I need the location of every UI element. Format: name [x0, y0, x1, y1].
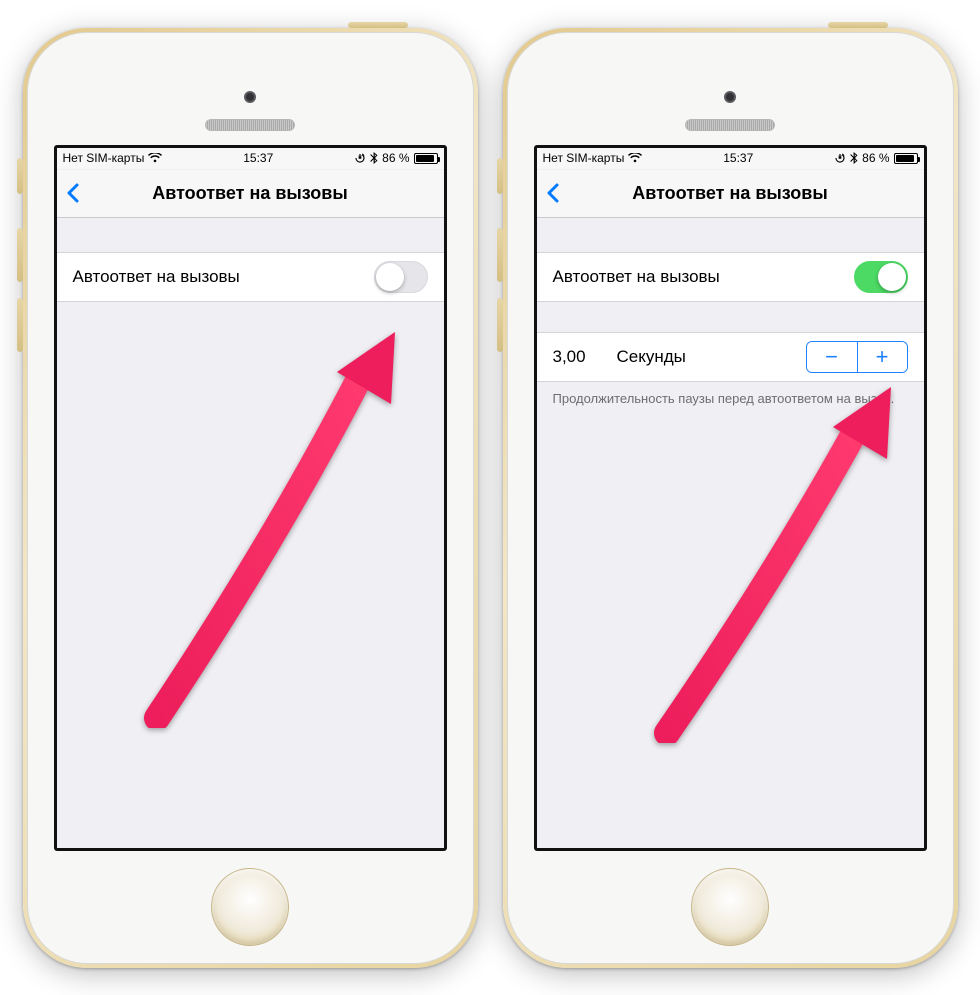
- home-button[interactable]: [691, 868, 769, 946]
- delay-unit: Секунды: [617, 347, 792, 367]
- page-title: Автоответ на вызовы: [537, 183, 924, 204]
- autoanswer-row: Автоответ на вызовы: [537, 252, 924, 302]
- stepper-minus-button[interactable]: −: [807, 342, 857, 372]
- wifi-icon: [628, 153, 642, 163]
- nav-header: Автоответ на вызовы: [57, 170, 444, 218]
- volume-down: [497, 298, 503, 352]
- front-camera: [724, 91, 736, 103]
- annotation-arrow: [647, 373, 907, 743]
- rotation-lock-icon: [834, 152, 846, 164]
- autoanswer-toggle[interactable]: [374, 261, 428, 293]
- status-bar: Нет SIM-карты 15:37 86 %: [537, 148, 924, 170]
- clock: 15:37: [723, 151, 753, 165]
- bluetooth-icon: [370, 152, 378, 164]
- mute-switch: [497, 158, 503, 194]
- phone-top: [28, 33, 473, 145]
- power-button: [348, 22, 408, 28]
- front-camera: [244, 91, 256, 103]
- mute-switch: [17, 158, 23, 194]
- annotation-arrow: [137, 318, 407, 728]
- back-button[interactable]: [63, 182, 85, 204]
- autoanswer-label: Автоответ на вызовы: [553, 267, 854, 287]
- wifi-icon: [148, 153, 162, 163]
- autoanswer-label: Автоответ на вызовы: [73, 267, 374, 287]
- phone-mock-right: Нет SIM-карты 15:37 86 % Автоответ на вы…: [503, 28, 958, 968]
- nav-header: Автоответ на вызовы: [537, 170, 924, 218]
- autoanswer-toggle[interactable]: [854, 261, 908, 293]
- rotation-lock-icon: [354, 152, 366, 164]
- status-bar: Нет SIM-карты 15:37 86 %: [57, 148, 444, 170]
- volume-up: [17, 228, 23, 282]
- delay-footnote: Продолжительность паузы перед автоответо…: [537, 382, 924, 408]
- home-button[interactable]: [211, 868, 289, 946]
- delay-stepper: − +: [806, 341, 908, 373]
- volume-down: [17, 298, 23, 352]
- delay-row: 3,00 Секунды − +: [537, 332, 924, 382]
- earpiece: [685, 119, 775, 131]
- stepper-plus-button[interactable]: +: [857, 342, 907, 372]
- back-button[interactable]: [543, 182, 565, 204]
- power-button: [828, 22, 888, 28]
- phone-mock-left: Нет SIM-карты 15:37 86 % Автоответ на вы…: [23, 28, 478, 968]
- carrier-label: Нет SIM-карты: [63, 151, 145, 165]
- battery-pct: 86 %: [862, 151, 889, 165]
- volume-up: [497, 228, 503, 282]
- battery-icon: [414, 153, 438, 164]
- page-title: Автоответ на вызовы: [57, 183, 444, 204]
- carrier-label: Нет SIM-карты: [543, 151, 625, 165]
- phone-top: [508, 33, 953, 145]
- delay-value: 3,00: [553, 347, 603, 367]
- clock: 15:37: [243, 151, 273, 165]
- earpiece: [205, 119, 295, 131]
- autoanswer-row: Автоответ на вызовы: [57, 252, 444, 302]
- battery-icon: [894, 153, 918, 164]
- bluetooth-icon: [850, 152, 858, 164]
- screen: Нет SIM-карты 15:37 86 % Автоответ на вы…: [54, 145, 447, 851]
- screen: Нет SIM-карты 15:37 86 % Автоответ на вы…: [534, 145, 927, 851]
- battery-pct: 86 %: [382, 151, 409, 165]
